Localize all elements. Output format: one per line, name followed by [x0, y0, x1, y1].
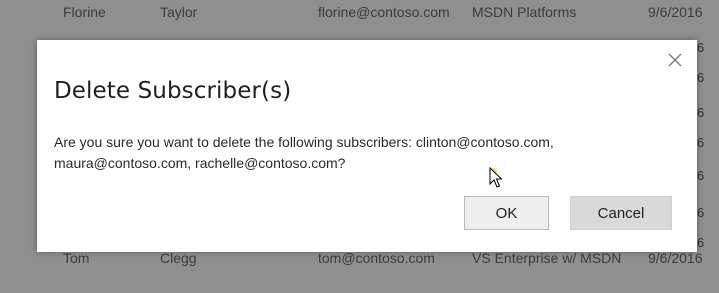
date-digit: 6 — [697, 135, 705, 150]
table-row[interactable]: Florine Taylor florine@contoso.com MSDN … — [0, 0, 719, 26]
first-name-cell: Tom — [63, 250, 90, 266]
date-digit: 6 — [697, 105, 705, 120]
date-cell: 9/6/2016 — [648, 250, 703, 266]
delete-subscriber-dialog: Delete Subscriber(s) Are you sure you wa… — [37, 40, 697, 252]
subscription-cell: VS Enterprise w/ MSDN — [472, 250, 622, 266]
dialog-message: Are you sure you want to delete the foll… — [54, 134, 554, 171]
cancel-button[interactable]: Cancel — [570, 196, 672, 230]
close-button[interactable] — [665, 50, 685, 70]
date-digit: 6 — [697, 168, 705, 183]
subscription-cell: MSDN Platforms — [472, 4, 577, 20]
date-cell: 9/6/2016 — [648, 4, 703, 20]
date-digit: 6 — [697, 70, 705, 85]
first-name-cell: Florine — [63, 4, 106, 20]
close-icon — [668, 53, 682, 67]
last-name-cell: Taylor — [160, 4, 198, 20]
dialog-title: Delete Subscriber(s) — [54, 78, 292, 104]
date-digit: 6 — [697, 40, 705, 55]
table-date-column-fragment: 6 6 6 6 6 6 6 — [697, 40, 719, 252]
ok-button[interactable]: OK — [464, 196, 549, 230]
email-cell: florine@contoso.com — [318, 4, 450, 20]
last-name-cell: Clegg — [160, 250, 197, 266]
date-digit: 6 — [697, 205, 705, 220]
email-cell: tom@contoso.com — [318, 250, 435, 266]
mouse-cursor-icon — [489, 167, 503, 188]
